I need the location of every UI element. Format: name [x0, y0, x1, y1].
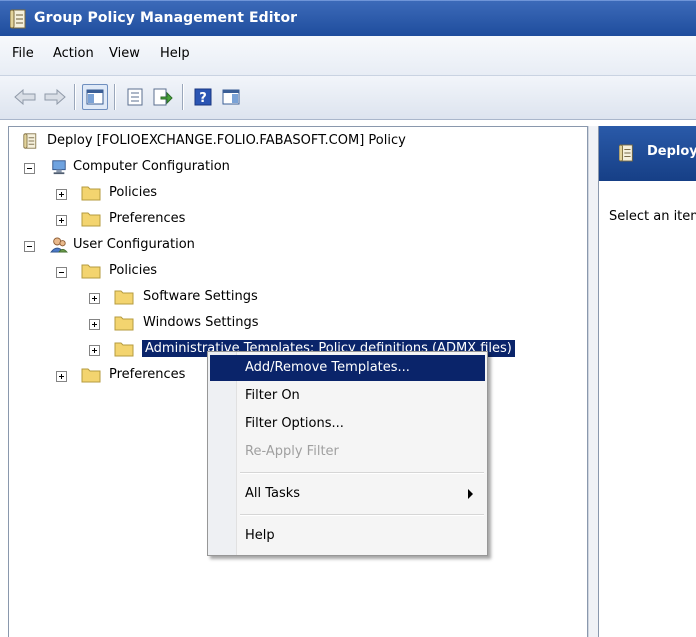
svg-text:?: ?	[199, 91, 207, 106]
tree-node-computer-configuration[interactable]: Computer Configuration	[9, 156, 579, 180]
tree-label-computer-preferences: Preferences	[109, 211, 186, 226]
context-menu: Add/Remove Templates... Filter On Filter…	[207, 351, 488, 556]
folder-icon	[81, 212, 101, 227]
folder-icon	[114, 342, 134, 357]
folder-icon	[114, 316, 134, 331]
tree-label-computer-policies: Policies	[109, 185, 158, 200]
tree-node-software-settings[interactable]: Software Settings	[9, 286, 579, 310]
menu-file[interactable]: File	[12, 46, 34, 61]
description-pane: Deploy Select an item to view its descri…	[598, 126, 696, 637]
pane-splitter[interactable]	[588, 126, 598, 637]
collapse-icon[interactable]	[24, 163, 35, 174]
menu-separator	[240, 472, 484, 474]
tree-label-root: Deploy [FOLIOEXCHANGE.FOLIO.FABASOFT.COM…	[47, 133, 406, 148]
menu-item-all-tasks[interactable]: All Tasks	[210, 481, 485, 507]
users-icon	[50, 237, 68, 253]
toolbar-separator	[74, 84, 76, 110]
submenu-arrow-icon	[468, 489, 473, 499]
menu-view[interactable]: View	[109, 46, 140, 61]
menu-item-reapply-filter: Re-Apply Filter	[245, 444, 339, 459]
expand-icon[interactable]	[56, 371, 67, 382]
menu-item-help[interactable]: Help	[210, 523, 485, 549]
expand-icon[interactable]	[89, 345, 100, 356]
policy-scroll-icon	[23, 133, 37, 149]
computer-icon	[52, 160, 66, 175]
folder-icon	[81, 186, 101, 201]
tree-label-windows-settings: Windows Settings	[143, 315, 259, 330]
menu-separator	[240, 514, 484, 516]
help-icon[interactable]: ?	[190, 84, 216, 110]
folder-icon	[81, 368, 101, 383]
extended-view-icon[interactable]	[218, 84, 244, 110]
properties-icon[interactable]	[122, 84, 148, 110]
description-header: Deploy	[599, 126, 696, 181]
tree-node-user-policies[interactable]: Policies	[9, 260, 579, 284]
expand-icon[interactable]	[56, 215, 67, 226]
tree-label-user-configuration: User Configuration	[73, 237, 195, 252]
menu-action[interactable]: Action	[53, 46, 94, 61]
menu-item-add-remove-templates[interactable]: Add/Remove Templates...	[210, 355, 485, 381]
back-arrow-icon[interactable]	[12, 84, 38, 110]
tree-node-computer-policies[interactable]: Policies	[9, 182, 579, 206]
expand-icon[interactable]	[89, 319, 100, 330]
menu-help[interactable]: Help	[160, 46, 190, 61]
menu-bar: File Action View Help	[0, 36, 696, 76]
policy-scroll-icon	[10, 9, 26, 29]
tree-label-user-preferences: Preferences	[109, 367, 186, 382]
tree-label-user-policies: Policies	[109, 263, 158, 278]
forward-arrow-icon[interactable]	[42, 84, 68, 110]
tree-label-computer-configuration: Computer Configuration	[73, 159, 230, 174]
title-bar: Group Policy Management Editor	[0, 0, 696, 36]
expand-icon[interactable]	[56, 189, 67, 200]
toolbar-separator	[114, 84, 116, 110]
description-title: Deploy	[647, 144, 696, 159]
export-list-icon[interactable]	[150, 84, 176, 110]
collapse-icon[interactable]	[24, 241, 35, 252]
folder-icon	[114, 290, 134, 305]
menu-item-filter-options[interactable]: Filter Options...	[210, 411, 485, 437]
collapse-icon[interactable]	[56, 267, 67, 278]
tree-label-software-settings: Software Settings	[143, 289, 258, 304]
show-hide-tree-icon[interactable]	[82, 84, 108, 110]
toolbar-separator	[182, 84, 184, 110]
menu-item-filter-on[interactable]: Filter On	[210, 383, 485, 409]
window-title: Group Policy Management Editor	[34, 10, 298, 26]
toolbar: ?	[0, 76, 696, 120]
tree-node-root[interactable]: Deploy [FOLIOEXCHANGE.FOLIO.FABASOFT.COM…	[9, 130, 579, 154]
policy-scroll-icon	[619, 144, 633, 162]
tree-node-windows-settings[interactable]: Windows Settings	[9, 312, 579, 336]
expand-icon[interactable]	[89, 293, 100, 304]
tree-node-user-configuration[interactable]: User Configuration	[9, 234, 579, 258]
tree-node-computer-preferences[interactable]: Preferences	[9, 208, 579, 232]
description-text: Select an item to view its description.	[609, 209, 696, 224]
folder-icon	[81, 264, 101, 279]
